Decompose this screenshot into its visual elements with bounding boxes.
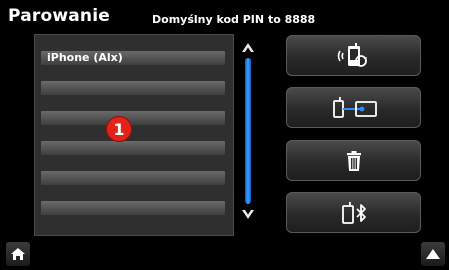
- scroll-up-button[interactable]: [240, 40, 256, 56]
- chevron-down-icon: [242, 210, 254, 219]
- device-list: iPhone (Alx): [34, 34, 234, 236]
- device-list-item[interactable]: [41, 111, 225, 125]
- device-list-item[interactable]: [41, 81, 225, 95]
- scroll-down-button[interactable]: [240, 206, 256, 222]
- device-name: iPhone (Alx): [47, 51, 123, 64]
- bluetooth-device-button[interactable]: [286, 192, 421, 233]
- phone-connect-icon: [332, 96, 377, 118]
- device-list-item[interactable]: iPhone (Alx): [41, 51, 225, 65]
- connect-device-button[interactable]: [286, 87, 421, 128]
- device-list-item[interactable]: [41, 141, 225, 155]
- up-button[interactable]: [421, 242, 445, 266]
- home-button[interactable]: [6, 242, 30, 266]
- device-list-item[interactable]: [41, 201, 225, 215]
- scrollbar-track[interactable]: [245, 58, 251, 204]
- delete-device-button[interactable]: [286, 140, 421, 181]
- chevron-up-icon: [242, 43, 254, 52]
- search-pair-device-button[interactable]: [286, 35, 421, 76]
- phone-bluetooth-icon: [341, 201, 366, 224]
- page-title: Parowanie: [8, 6, 110, 26]
- home-icon: [11, 248, 25, 260]
- arrow-up-icon: [426, 249, 440, 259]
- trash-icon: [346, 150, 361, 171]
- device-list-item[interactable]: [41, 171, 225, 185]
- phone-search-icon: [337, 42, 367, 67]
- callout-badge: 1: [106, 116, 132, 142]
- pairing-screen: Parowanie Domyślny kod PIN to 8888 iPhon…: [0, 0, 449, 270]
- pin-hint: Domyślny kod PIN to 8888: [152, 13, 316, 26]
